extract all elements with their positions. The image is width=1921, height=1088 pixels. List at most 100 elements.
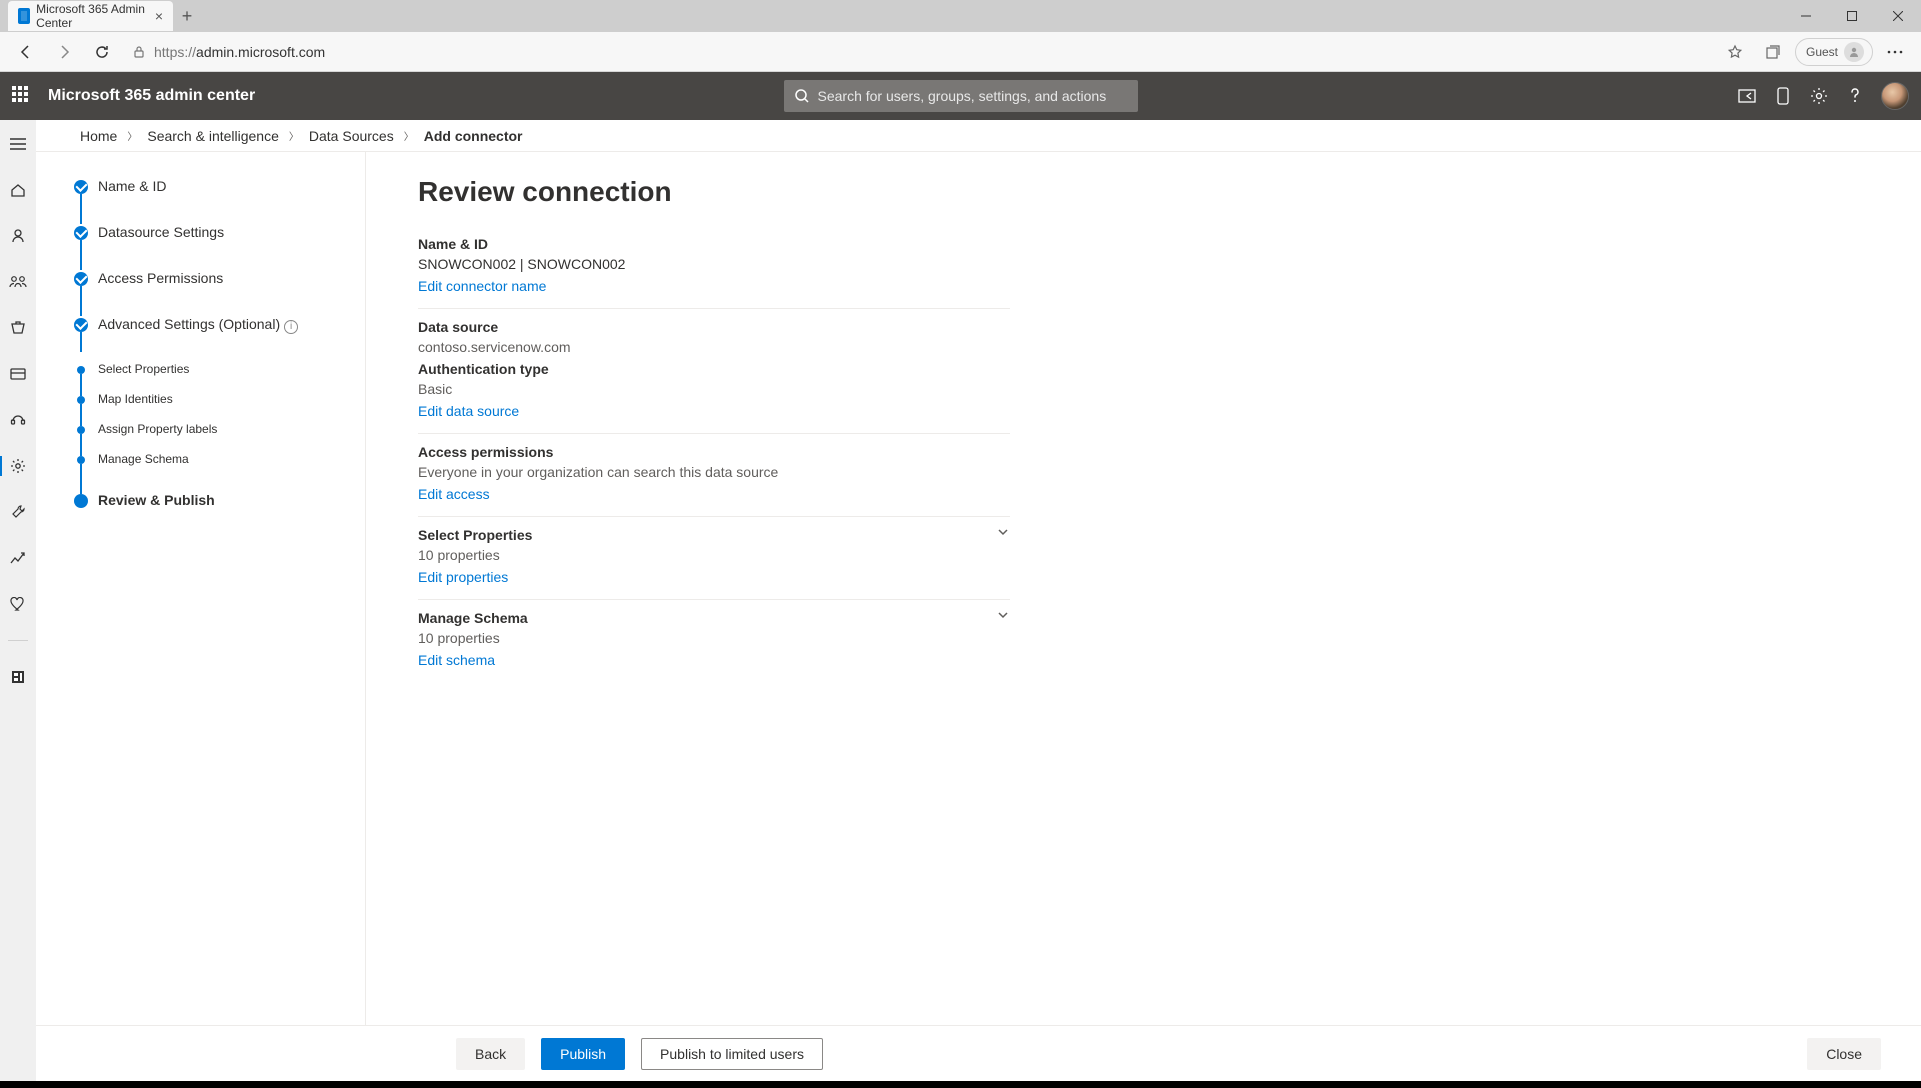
tab-title: Microsoft 365 Admin Center	[36, 2, 149, 30]
step-assign-labels[interactable]: Assign Property labels	[74, 422, 341, 452]
section-label: Authentication type	[418, 361, 1010, 377]
nav-setup-icon[interactable]	[0, 498, 36, 526]
step-map-identities[interactable]: Map Identities	[74, 392, 341, 422]
section-label: Data source	[418, 319, 1010, 335]
nav-settings-icon[interactable]	[0, 452, 36, 480]
nav-separator	[8, 640, 28, 641]
nav-health-icon[interactable]	[0, 590, 36, 618]
favicon-icon	[18, 8, 30, 24]
step-dot-icon	[77, 426, 85, 434]
nav-admin-centers-icon[interactable]	[0, 663, 36, 691]
suite-title: Microsoft 365 admin center	[48, 87, 255, 105]
window-minimize-button[interactable]	[1783, 0, 1829, 32]
review-panel: Review connection Name & ID SNOWCON002 |…	[366, 152, 1921, 1025]
settings-gear-icon[interactable]	[1809, 86, 1829, 106]
nav-roles-icon[interactable]	[0, 314, 36, 342]
step-current-icon	[74, 494, 88, 508]
page-title: Review connection	[418, 176, 1881, 208]
expand-toggle[interactable]	[996, 525, 1010, 539]
publish-button[interactable]: Publish	[541, 1038, 625, 1070]
lock-icon	[132, 45, 146, 59]
suite-header: Microsoft 365 admin center	[0, 72, 1921, 120]
edit-connector-name-link[interactable]: Edit connector name	[418, 278, 546, 294]
nav-billing-icon[interactable]	[0, 360, 36, 388]
step-review-publish[interactable]: Review & Publish	[74, 492, 341, 538]
section-value: SNOWCON002 | SNOWCON002	[418, 256, 1010, 272]
breadcrumb-datasources[interactable]: Data Sources	[309, 128, 394, 144]
url-text: https://admin.microsoft.com	[154, 44, 325, 60]
browser-menu-button[interactable]	[1879, 36, 1911, 68]
breadcrumb-search[interactable]: Search & intelligence	[147, 128, 279, 144]
taskbar	[0, 1081, 1921, 1088]
new-tab-button[interactable]: +	[173, 2, 201, 30]
edit-access-link[interactable]: Edit access	[418, 486, 490, 502]
step-name-id[interactable]: Name & ID	[74, 178, 341, 224]
edit-schema-link[interactable]: Edit schema	[418, 652, 495, 668]
guest-label: Guest	[1806, 45, 1838, 59]
browser-forward-button[interactable]	[48, 36, 80, 68]
nav-home-icon[interactable]	[0, 176, 36, 204]
nav-users-icon[interactable]	[0, 222, 36, 250]
search-icon	[794, 88, 810, 104]
browser-address-bar: https://admin.microsoft.com Guest	[0, 32, 1921, 72]
help-icon[interactable]	[1845, 86, 1865, 106]
nav-toggle-button[interactable]	[0, 130, 36, 158]
chevron-right-icon: 〉	[127, 128, 137, 143]
browser-back-button[interactable]	[10, 36, 42, 68]
edit-properties-link[interactable]: Edit properties	[418, 569, 508, 585]
edit-datasource-link[interactable]: Edit data source	[418, 403, 519, 419]
step-access[interactable]: Access Permissions	[74, 270, 341, 316]
section-value: 10 properties	[418, 547, 1010, 563]
review-section-name-id: Name & ID SNOWCON002 | SNOWCON002 Edit c…	[418, 226, 1010, 309]
review-section-select-properties: Select Properties 10 properties Edit pro…	[418, 517, 1010, 600]
nav-groups-icon[interactable]	[0, 268, 36, 296]
favorites-icon[interactable]	[1719, 36, 1751, 68]
expand-toggle[interactable]	[996, 608, 1010, 622]
step-advanced[interactable]: Advanced Settings (Optional)i	[74, 316, 341, 362]
left-nav-rail	[0, 120, 36, 1081]
info-icon[interactable]: i	[284, 320, 298, 334]
step-select-properties[interactable]: Select Properties	[74, 362, 341, 392]
section-label: Name & ID	[418, 236, 1010, 252]
step-dot-icon	[77, 396, 85, 404]
step-dot-icon	[77, 366, 85, 374]
window-close-button[interactable]	[1875, 0, 1921, 32]
wizard-footer: Back Publish Publish to limited users Cl…	[36, 1025, 1921, 1081]
publish-limited-button[interactable]: Publish to limited users	[641, 1038, 823, 1070]
nav-reports-icon[interactable]	[0, 544, 36, 572]
shell-notifications-icon[interactable]	[1737, 86, 1757, 106]
mobile-icon[interactable]	[1773, 86, 1793, 106]
section-label: Manage Schema	[418, 610, 1010, 626]
user-avatar[interactable]	[1881, 82, 1909, 110]
breadcrumb-home[interactable]: Home	[80, 128, 117, 144]
step-complete-icon	[74, 180, 88, 194]
collections-icon[interactable]	[1757, 36, 1789, 68]
chevron-right-icon: 〉	[404, 128, 414, 143]
person-icon	[1844, 42, 1864, 62]
back-button[interactable]: Back	[456, 1038, 525, 1070]
step-manage-schema[interactable]: Manage Schema	[74, 452, 341, 482]
close-tab-icon[interactable]: ×	[155, 8, 163, 24]
review-section-schema: Manage Schema 10 properties Edit schema	[418, 600, 1010, 682]
breadcrumb-addconnector: Add connector	[424, 128, 523, 144]
global-search[interactable]	[784, 80, 1138, 112]
app-launcher-icon[interactable]	[12, 86, 32, 106]
browser-url-field[interactable]: https://admin.microsoft.com	[132, 44, 325, 60]
section-label: Select Properties	[418, 527, 1010, 543]
step-complete-icon	[74, 226, 88, 240]
nav-support-icon[interactable]	[0, 406, 36, 434]
section-label: Access permissions	[418, 444, 1010, 460]
search-input[interactable]	[818, 88, 1128, 104]
browser-tab[interactable]: Microsoft 365 Admin Center ×	[8, 1, 173, 31]
section-value: contoso.servicenow.com	[418, 339, 1010, 355]
breadcrumb: Home 〉 Search & intelligence 〉 Data Sour…	[36, 120, 1921, 152]
window-maximize-button[interactable]	[1829, 0, 1875, 32]
wizard-stepper: Name & ID Datasource Settings Access Per…	[36, 152, 366, 1025]
browser-tab-strip: Microsoft 365 Admin Center × +	[0, 0, 1921, 32]
step-complete-icon	[74, 318, 88, 332]
profile-button[interactable]: Guest	[1795, 38, 1873, 66]
browser-refresh-button[interactable]	[86, 36, 118, 68]
section-value: Basic	[418, 381, 1010, 397]
close-button[interactable]: Close	[1807, 1038, 1881, 1070]
step-datasource[interactable]: Datasource Settings	[74, 224, 341, 270]
